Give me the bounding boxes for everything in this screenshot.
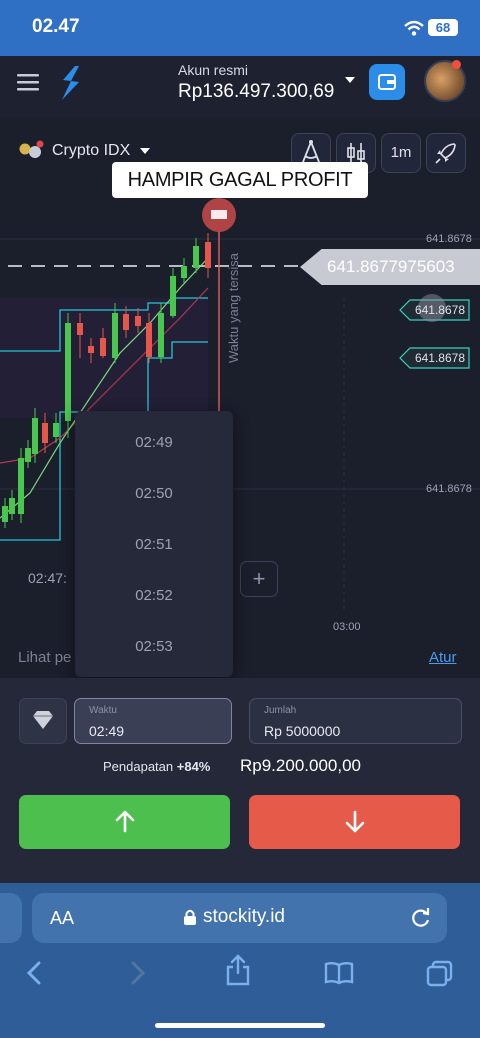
wifi-icon (404, 20, 424, 36)
time-axis-label: 02:47: (28, 570, 67, 586)
reload-icon[interactable] (410, 906, 432, 928)
lock-icon (184, 909, 196, 925)
price-axis-label: 641.8678 (426, 233, 472, 245)
rocket-icon (435, 143, 456, 164)
income-value: Rp9.200.000,00 (240, 756, 361, 775)
time-axis-label: 03:00 (333, 621, 361, 633)
sell-down-button[interactable] (249, 795, 460, 849)
time-field[interactable]: Waktu 02:49 (74, 698, 232, 744)
status-time: 02.47 (32, 16, 80, 37)
order-tag[interactable]: 641.8678 (395, 347, 469, 369)
logo-icon (62, 66, 79, 100)
arrow-up-icon (115, 810, 135, 833)
account-balance[interactable]: Rp136.497.300,69 (178, 81, 334, 103)
time-option[interactable]: 02:53 (75, 638, 233, 655)
notification-dot (452, 60, 461, 69)
chevron-down-icon[interactable] (345, 77, 355, 84)
bookmarks-icon[interactable] (324, 960, 354, 986)
time-option[interactable]: 02:51 (75, 536, 233, 553)
time-option[interactable]: 02:49 (75, 434, 233, 451)
price-chart[interactable] (0, 118, 480, 678)
chart-footer-label: Lihat pe (18, 649, 72, 666)
overlay-banner: HAMPIR GAGAL PROFIT (112, 162, 368, 198)
arrow-down-icon (345, 810, 365, 833)
chevron-down-icon[interactable] (140, 148, 150, 155)
crypto-asset-icon[interactable] (18, 140, 44, 162)
time-field-value: 02:49 (89, 723, 125, 739)
share-icon[interactable] (225, 954, 251, 986)
tabs-icon[interactable] (426, 960, 454, 988)
reader-options-button[interactable]: AA (50, 908, 74, 929)
income-label: Pendapatan +84% (103, 759, 210, 774)
amount-field-value: Rp 5000000 (264, 723, 341, 739)
menu-icon[interactable] (17, 73, 39, 91)
boost-button[interactable] (426, 133, 466, 173)
previous-tab[interactable] (0, 893, 22, 943)
bonus-button[interactable] (19, 698, 67, 744)
time-field-label: Waktu (89, 705, 117, 716)
back-icon[interactable] (24, 960, 44, 986)
account-type-label: Akun resmi (178, 62, 249, 78)
zoom-in-button[interactable]: + (240, 561, 278, 597)
diamond-icon (33, 711, 53, 729)
time-option[interactable]: 02:52 (75, 587, 233, 604)
buy-up-button[interactable] (19, 795, 230, 849)
income-label-text: Pendapatan (103, 759, 174, 774)
income-percent: +84% (176, 759, 211, 774)
timeframe-button[interactable]: 1m (381, 133, 421, 173)
current-price-value: 641.8677975603 (327, 257, 455, 276)
forward-icon[interactable] (128, 960, 148, 986)
battery-indicator: 68 (428, 19, 458, 36)
amount-field-label: Jumlah (264, 705, 297, 716)
order-tag[interactable]: 641.8678 (395, 299, 469, 321)
remaining-time-label: Waktu yang tersisa (226, 252, 241, 364)
wallet-icon (378, 74, 396, 90)
time-option[interactable]: 02:50 (75, 485, 233, 502)
price-axis-label: 641.8678 (426, 483, 472, 495)
amount-field[interactable]: Jumlah Rp 5000000 (249, 698, 462, 744)
url-text[interactable]: stockity.id (203, 906, 285, 928)
settings-link[interactable]: Atur (429, 649, 457, 666)
wallet-button[interactable] (369, 64, 405, 100)
asset-selector[interactable]: Crypto IDX (52, 142, 130, 160)
home-indicator[interactable] (155, 1023, 325, 1028)
